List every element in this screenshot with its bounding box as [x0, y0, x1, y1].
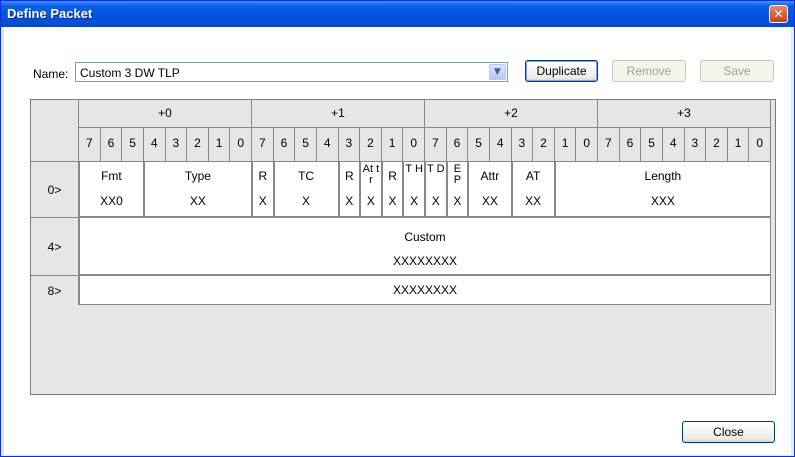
field-value: X	[453, 194, 462, 208]
bit-label: 1	[208, 128, 231, 161]
remove-button[interactable]: Remove	[612, 60, 686, 82]
save-button[interactable]: Save	[700, 60, 774, 82]
bit-label: 6	[273, 128, 296, 161]
row-label: 8>	[31, 275, 79, 305]
bit-label: 3	[165, 128, 188, 161]
field-value: X	[388, 194, 397, 208]
field-name: E P	[453, 163, 462, 186]
field-name: Length	[644, 169, 682, 183]
field-cell[interactable]: Type XX	[143, 161, 252, 217]
bit-label: 4	[316, 128, 339, 161]
byte-header-3: +3	[598, 100, 771, 128]
field-name: T D	[427, 163, 445, 175]
field-cell[interactable]: Custom XXXXXXXX	[79, 217, 771, 275]
bit-label: 5	[641, 128, 663, 161]
bit-label: 7	[252, 128, 274, 161]
close-button[interactable]: Close	[682, 421, 775, 443]
bit-label: 5	[122, 128, 144, 161]
bit-label: 7	[79, 128, 101, 161]
field-value: XX0	[100, 194, 123, 208]
byte-header-0: +0	[79, 100, 252, 128]
chevron-down-icon[interactable]: ▼	[489, 64, 506, 80]
field-cell[interactable]: TC X	[273, 161, 339, 217]
title-bar[interactable]: Define Packet ✕	[1, 1, 794, 27]
field-name: Custom	[404, 230, 446, 244]
bit-label: 4	[662, 128, 685, 161]
bit-label: 6	[619, 128, 642, 161]
field-value: XX	[189, 194, 206, 208]
bit-label: 3	[684, 128, 707, 161]
bit-label: 3	[338, 128, 361, 161]
name-label: Name:	[33, 67, 69, 81]
byte-header-1: +1	[252, 100, 425, 128]
bit-label: 5	[295, 128, 317, 161]
bit-label: 4	[489, 128, 512, 161]
bit-label: 0	[749, 128, 771, 161]
bit-label: 0	[230, 128, 252, 161]
bit-label: 1	[381, 128, 404, 161]
field-value: X	[431, 194, 440, 208]
field-cell[interactable]: RX	[381, 161, 404, 217]
field-name: TC	[298, 169, 315, 183]
bit-label: 6	[446, 128, 469, 161]
field-value: XXX	[650, 194, 675, 208]
window-title: Define Packet	[7, 6, 93, 21]
field-value: X	[302, 194, 311, 208]
field-name: R	[344, 169, 354, 183]
field-name: R	[258, 169, 268, 183]
row-label: 0>	[31, 161, 79, 217]
field-cell[interactable]: AT XX	[511, 161, 555, 217]
row-label: 4>	[31, 217, 79, 275]
field-cell[interactable]: T D X	[425, 161, 447, 217]
field-cell[interactable]: XXXXXXXX	[79, 275, 771, 305]
bit-label: 0	[403, 128, 425, 161]
field-name: Type	[184, 169, 211, 183]
field-value: XX	[525, 194, 542, 208]
field-value: XXXXXXXX	[392, 283, 458, 297]
field-cell[interactable]: At tr X	[360, 161, 382, 217]
bit-label: 2	[360, 128, 382, 161]
field-name: Attr	[480, 169, 500, 183]
byte-header-2: +2	[425, 100, 598, 128]
field-cell[interactable]: T H X	[403, 161, 425, 217]
bit-label: 1	[727, 128, 750, 161]
field-name: At tr	[362, 163, 380, 186]
bit-label: 0	[576, 128, 598, 161]
field-value: X	[345, 194, 354, 208]
field-value: XX	[481, 194, 498, 208]
field-name: R	[388, 169, 397, 183]
bit-label: 6	[100, 128, 123, 161]
field-value: XXXXXXXX	[392, 254, 458, 268]
field-cell[interactable]: E P X	[446, 161, 469, 217]
bit-label: 7	[598, 128, 620, 161]
field-value: X	[410, 194, 419, 208]
bit-label: 4	[143, 128, 166, 161]
field-cell[interactable]: Fmt XX0	[79, 161, 144, 217]
field-name: Fmt	[101, 169, 122, 183]
name-dropdown[interactable]: Custom 3 DW TLP ▼	[75, 62, 508, 82]
name-value: Custom 3 DW TLP	[80, 66, 180, 80]
field-value: X	[366, 194, 375, 208]
window-close-button[interactable]: ✕	[769, 5, 788, 23]
bit-label: 2	[706, 128, 728, 161]
field-cell[interactable]: Length XXX	[554, 161, 771, 217]
field-value: X	[258, 194, 267, 208]
field-cell[interactable]: Attr XX	[468, 161, 512, 217]
field-name: T H	[405, 163, 423, 175]
duplicate-button[interactable]: Duplicate	[525, 60, 598, 82]
corner-header	[31, 100, 79, 162]
bit-label: 2	[533, 128, 555, 161]
define-packet-dialog: Define Packet ✕ Name: Custom 3 DW TLP ▼ …	[0, 0, 795, 457]
field-cell[interactable]: RX	[252, 161, 274, 217]
bit-label: 3	[511, 128, 534, 161]
field-cell[interactable]: RX	[338, 161, 361, 217]
bit-label: 1	[554, 128, 577, 161]
bit-label: 2	[187, 128, 209, 161]
bit-label: 7	[425, 128, 447, 161]
close-icon: ✕	[773, 7, 784, 21]
bit-label: 5	[468, 128, 490, 161]
field-name: AT	[525, 169, 541, 183]
